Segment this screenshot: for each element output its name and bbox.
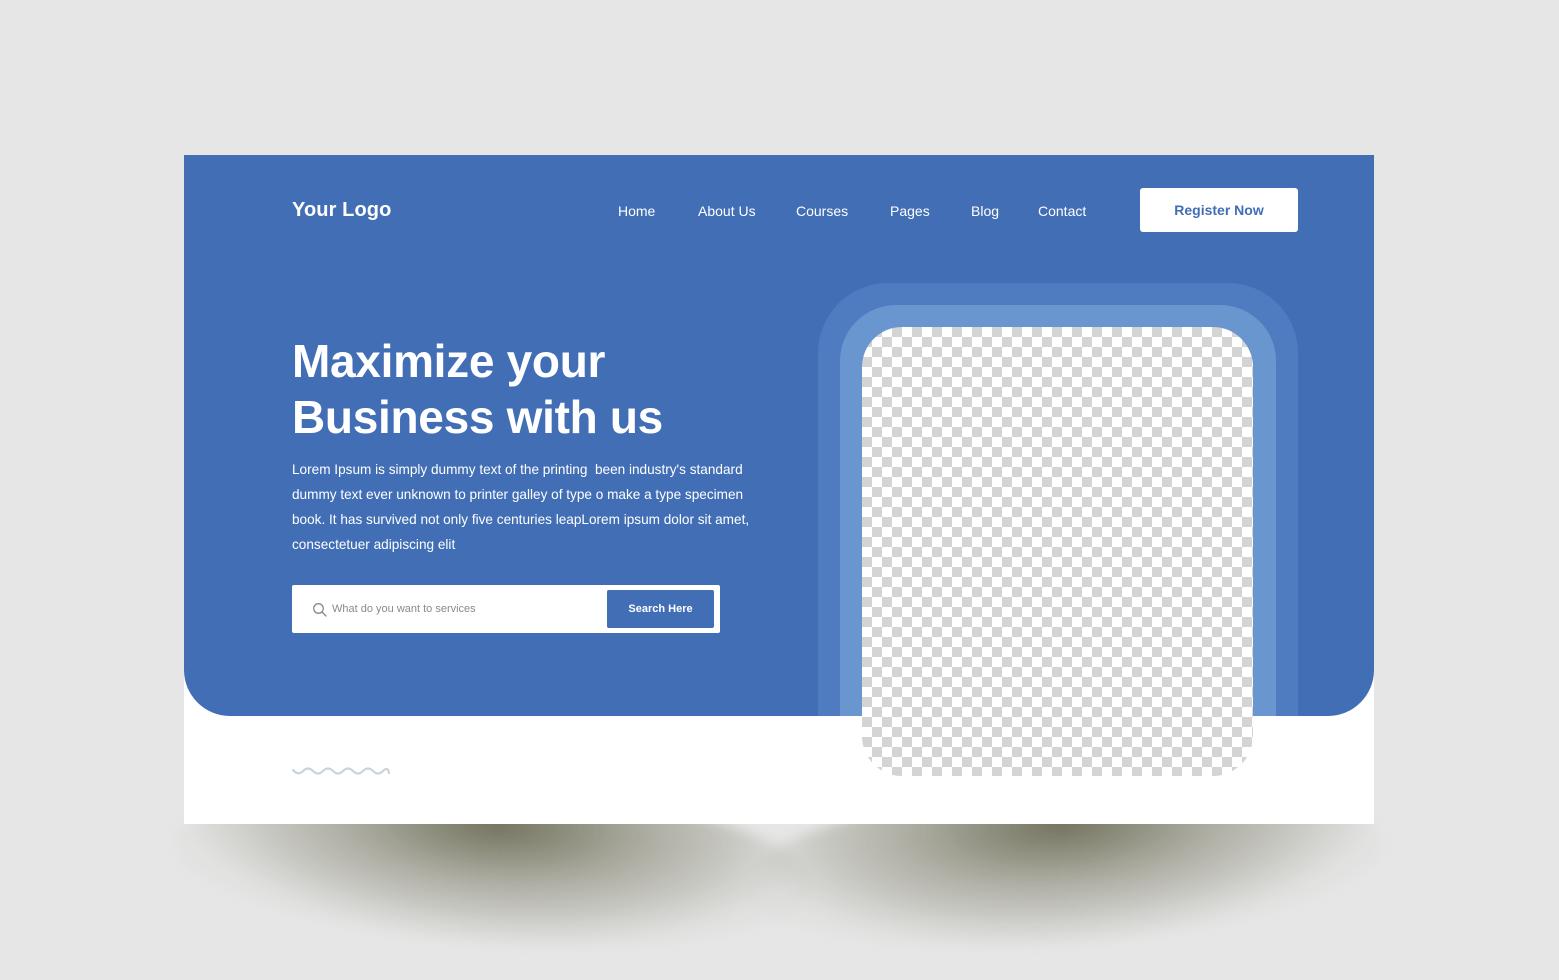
wave-decoration bbox=[292, 767, 390, 775]
search-bar: Search Here bbox=[292, 585, 720, 633]
description-line: dummy text ever unknown to printer galle… bbox=[292, 487, 744, 502]
hero-image-placeholder bbox=[862, 327, 1253, 776]
headline-line-1: Maximize your bbox=[292, 335, 606, 387]
logo[interactable]: Your Logo bbox=[292, 199, 391, 222]
nav-link-home[interactable]: Home bbox=[618, 203, 655, 219]
search-icon bbox=[312, 602, 328, 618]
nav-link-about-us[interactable]: About Us bbox=[698, 203, 756, 219]
hero-description: Lorem Ipsum is simply dummy text of the … bbox=[292, 457, 772, 557]
description-line: Lorem Ipsum is simply dummy text of the … bbox=[292, 462, 743, 477]
headline-line-2: Business with us bbox=[292, 391, 663, 443]
nav-link-courses[interactable]: Courses bbox=[796, 203, 848, 219]
search-here-button[interactable]: Search Here bbox=[607, 590, 714, 628]
nav-link-pages[interactable]: Pages bbox=[890, 203, 930, 219]
page-stage: Your Logo Home About Us Courses Pages Bl… bbox=[0, 0, 1559, 980]
hero-headline: Maximize your Business with us bbox=[292, 333, 663, 445]
description-line: consectetuer adipiscing elit bbox=[292, 537, 456, 552]
search-input[interactable] bbox=[332, 597, 592, 621]
landing-card: Your Logo Home About Us Courses Pages Bl… bbox=[184, 155, 1374, 824]
nav-link-blog[interactable]: Blog bbox=[971, 203, 999, 219]
nav-link-contact[interactable]: Contact bbox=[1038, 203, 1086, 219]
card-drop-shadow bbox=[169, 761, 1389, 967]
description-line: book. It has survived not only five cent… bbox=[292, 512, 750, 527]
register-now-button[interactable]: Register Now bbox=[1140, 188, 1298, 232]
